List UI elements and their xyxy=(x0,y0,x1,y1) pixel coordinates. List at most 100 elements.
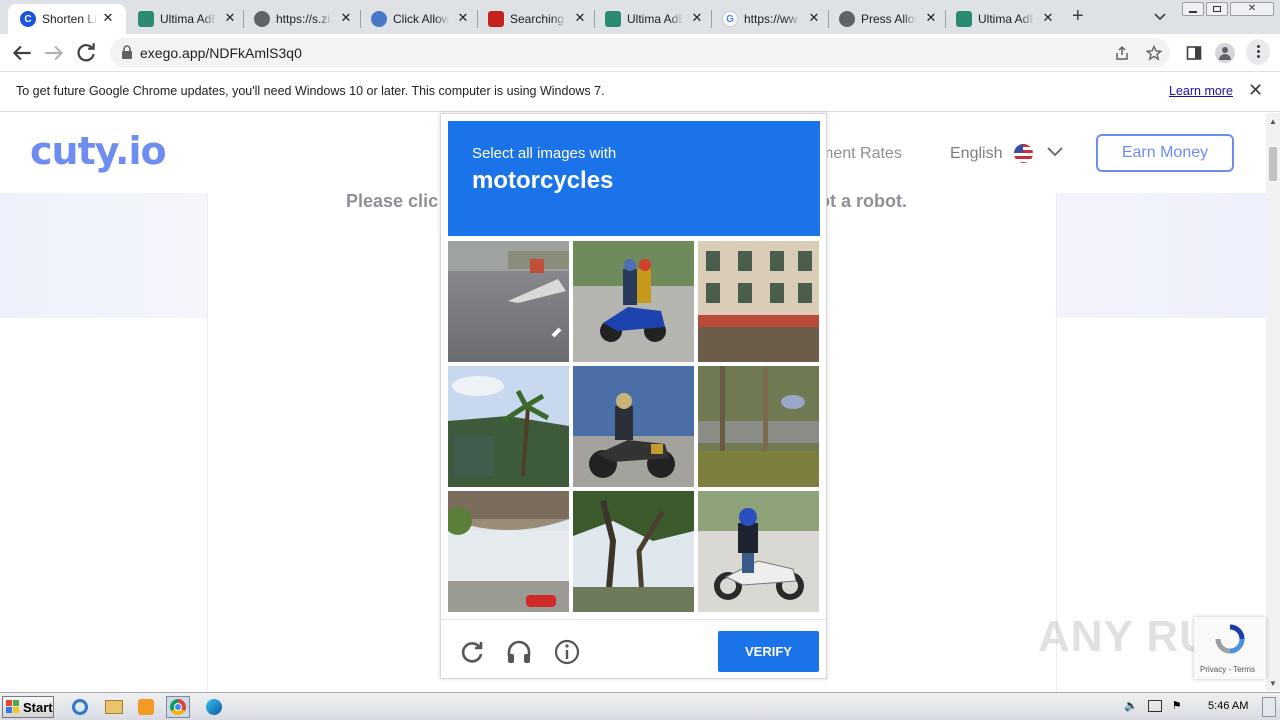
tab-s-zi[interactable]: https://s.zi ✕ xyxy=(244,4,358,34)
tab-title: Press Allow xyxy=(861,12,917,26)
share-icon[interactable] xyxy=(1114,45,1130,61)
motorcycle-image xyxy=(573,366,694,487)
infobar-message: To get future Google Chrome updates, you… xyxy=(16,84,605,98)
url-text[interactable]: exego.app/NDFkAmlS3q0 xyxy=(140,45,302,61)
start-button[interactable]: Start xyxy=(2,696,54,718)
tab-title: Ultima AdBlocker xyxy=(978,12,1034,26)
system-tray: 🔈 ⚑ xyxy=(1124,699,1204,715)
learn-more-link[interactable]: Learn more xyxy=(1169,84,1233,98)
tab-search-chevron-icon[interactable] xyxy=(1154,11,1166,23)
close-tab-icon[interactable]: ✕ xyxy=(338,10,354,26)
chevron-down-icon[interactable] xyxy=(1046,143,1064,161)
flag-icon[interactable]: ⚑ xyxy=(1172,699,1182,715)
tab-title: https://s.zi xyxy=(276,12,331,26)
close-tab-icon[interactable]: ✕ xyxy=(455,10,471,26)
address-bar[interactable]: exego.app/NDFkAmlS3q0 xyxy=(110,38,1170,68)
close-tab-icon[interactable]: ✕ xyxy=(806,10,822,26)
recaptcha-badge[interactable]: Privacy - Terms xyxy=(1194,617,1266,679)
page-scrollbar[interactable]: ▲ ▼ xyxy=(1266,113,1280,691)
close-tab-icon[interactable]: ✕ xyxy=(100,10,116,26)
privacy-terms-link[interactable]: Privacy - Terms xyxy=(1200,665,1255,674)
windows-logo-icon xyxy=(6,700,19,713)
road-crossing-image xyxy=(448,241,569,338)
scroll-up-arrow-icon[interactable]: ▲ xyxy=(1269,117,1277,126)
captcha-tile-6[interactable] xyxy=(698,366,819,487)
captcha-instruction: Select all images with xyxy=(472,145,617,162)
captcha-tile-3[interactable] xyxy=(698,241,819,362)
windows-taskbar: Start 🔈 ⚑ 5:46 AM xyxy=(0,692,1280,720)
verify-button[interactable]: VERIFY xyxy=(718,631,819,672)
tab-ultima-adblocker[interactable]: Ultima AdBlocker ✕ xyxy=(128,4,242,34)
instruction-text-left: Please clic xyxy=(346,191,439,211)
close-window-button[interactable]: ✕ xyxy=(1230,2,1274,16)
close-tab-icon[interactable]: ✕ xyxy=(572,10,588,26)
captcha-tile-7[interactable] xyxy=(448,491,569,612)
overpass-image xyxy=(448,491,569,612)
tree-trunk-image xyxy=(573,491,694,612)
bookmark-star-icon[interactable] xyxy=(1146,45,1162,61)
captcha-tile-8[interactable] xyxy=(573,491,694,612)
earn-money-button[interactable]: Earn Money xyxy=(1096,134,1234,172)
lock-icon[interactable] xyxy=(121,45,133,59)
info-icon[interactable] xyxy=(553,638,581,666)
site-logo[interactable]: cuty.io xyxy=(30,129,167,173)
captcha-tile-1[interactable] xyxy=(448,241,569,362)
scroll-down-arrow-icon[interactable]: ▼ xyxy=(1269,679,1277,688)
back-icon[interactable] xyxy=(8,40,36,66)
tab-ultima-adblocker-3[interactable]: Ultima AdBlocker ✕ xyxy=(946,4,1060,34)
instruction-text-right: ot a robot. xyxy=(819,191,907,211)
captcha-tile-9[interactable] xyxy=(698,491,819,612)
minimize-button[interactable] xyxy=(1182,2,1204,16)
media-player-icon[interactable] xyxy=(134,696,158,718)
tab-google-www[interactable]: G https://ww ✕ xyxy=(712,4,826,34)
tab-press-allow[interactable]: Press Allow ✕ xyxy=(829,4,943,34)
captcha-tile-2[interactable] xyxy=(573,241,694,362)
captcha-tile-4[interactable] xyxy=(448,366,569,487)
motorcycle-image xyxy=(698,491,819,612)
us-flag-icon xyxy=(1014,144,1033,163)
shophouse-image xyxy=(698,241,819,362)
scrollbar-thumb[interactable] xyxy=(1269,147,1277,181)
forward-icon[interactable] xyxy=(40,40,68,66)
taskbar-clock[interactable]: 5:46 AM xyxy=(1208,700,1248,712)
new-tab-button[interactable]: + xyxy=(1072,5,1084,28)
side-panel-icon[interactable] xyxy=(1186,45,1202,61)
shield-icon xyxy=(605,11,621,27)
tab-searching[interactable]: Searching f ✕ xyxy=(478,4,592,34)
close-tab-icon[interactable]: ✕ xyxy=(923,10,939,26)
palm-trees-image xyxy=(448,366,569,487)
network-icon[interactable] xyxy=(1147,700,1162,712)
captcha-target-object: motorcycles xyxy=(472,167,614,194)
headphones-icon[interactable] xyxy=(505,638,533,666)
profile-avatar-icon[interactable] xyxy=(1215,43,1235,63)
reload-icon[interactable] xyxy=(72,40,100,66)
tab-strip: C Shorten Links & Earn ✕ Ultima AdBlocke… xyxy=(0,0,1280,34)
start-label: Start xyxy=(23,699,53,715)
restore-button[interactable] xyxy=(1206,2,1228,16)
tab-title: Click Allow xyxy=(393,12,449,26)
search-icon xyxy=(488,11,504,27)
volume-icon[interactable]: 🔈 xyxy=(1124,699,1138,715)
tab-click-allow[interactable]: Click Allow ✕ xyxy=(361,4,475,34)
tab-shorten-links[interactable]: C Shorten Links & Earn ✕ xyxy=(8,4,126,34)
internet-explorer-icon[interactable] xyxy=(68,696,92,718)
close-tab-icon[interactable]: ✕ xyxy=(222,10,238,26)
close-tab-icon[interactable]: ✕ xyxy=(1040,10,1056,26)
file-explorer-icon[interactable] xyxy=(102,696,126,718)
chrome-taskbar-icon[interactable] xyxy=(166,696,190,718)
language-selector[interactable]: English xyxy=(950,145,1002,163)
tab-ultima-adblocker-2[interactable]: Ultima AdBlocker ✕ xyxy=(595,4,709,34)
close-tab-icon[interactable]: ✕ xyxy=(689,10,705,26)
edge-icon[interactable] xyxy=(202,696,226,718)
update-infobar: To get future Google Chrome updates, you… xyxy=(0,72,1280,112)
google-icon: G xyxy=(722,11,738,27)
menu-kebab-icon[interactable] xyxy=(1246,39,1270,65)
captcha-tile-5[interactable] xyxy=(573,366,694,487)
shield-icon xyxy=(956,11,972,27)
reload-icon[interactable] xyxy=(458,638,486,666)
show-desktop-button[interactable] xyxy=(1262,697,1276,717)
shield-icon xyxy=(138,11,154,27)
tab-title: https://ww xyxy=(744,12,798,26)
motorcycle-image xyxy=(573,241,694,362)
close-icon[interactable]: ✕ xyxy=(1248,80,1263,101)
